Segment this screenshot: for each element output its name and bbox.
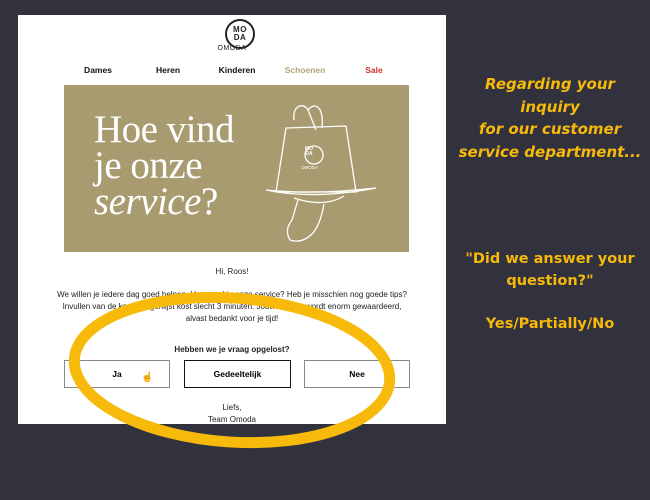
banner-question-mark: ?: [200, 180, 218, 223]
signoff: Liefs, Team Omoda: [207, 403, 257, 424]
banner-line-1: Hoe vind: [94, 108, 235, 151]
nav-dames[interactable]: Dames: [84, 65, 112, 75]
hand-cursor-icon: ☝: [141, 372, 154, 383]
nav-sale[interactable]: Sale: [365, 65, 383, 75]
answer-ja-button[interactable]: Ja ☝: [64, 360, 170, 388]
greeting: Hi, Roos!: [215, 267, 249, 276]
nav-heren[interactable]: Heren: [156, 65, 180, 75]
annotation-options: Yes/Partially/No: [485, 316, 615, 332]
banner-line-3: service: [94, 180, 201, 223]
answer-gedeeltelijk-button[interactable]: Gedeeltelijk: [184, 360, 291, 388]
logo-wordmark: OMODA: [217, 45, 247, 52]
banner-title: Hoe vind je onze service?: [94, 108, 235, 223]
serving-hand-bag-illustration: [265, 105, 377, 242]
nav-schoenen[interactable]: Schoenen: [285, 65, 326, 75]
hero-banner[interactable]: Hoe vind je onze service? MO DA OMODA: [64, 85, 409, 252]
bag-logo: MO DA: [305, 146, 314, 157]
annotation-quote: "Did we answer your question?": [465, 251, 635, 289]
question-heading: Hebben we je vraag opgelost?: [174, 345, 290, 354]
email-panel: MO DA OMODA Dames Heren Kinderen Schoene…: [18, 15, 446, 424]
bag-wordmark: OMODA: [301, 165, 319, 170]
intro-paragraph: We willen je iedere dag goed helpen. Hoe…: [57, 290, 407, 323]
logo-mark-bottom: DA: [233, 33, 247, 42]
banner-line-2: je onze: [94, 144, 203, 187]
nav-kinderen[interactable]: Kinderen: [219, 65, 256, 75]
annotation-heading: Regarding your inquiry for our customer …: [458, 75, 642, 161]
answer-nee-button[interactable]: Nee: [304, 360, 410, 388]
